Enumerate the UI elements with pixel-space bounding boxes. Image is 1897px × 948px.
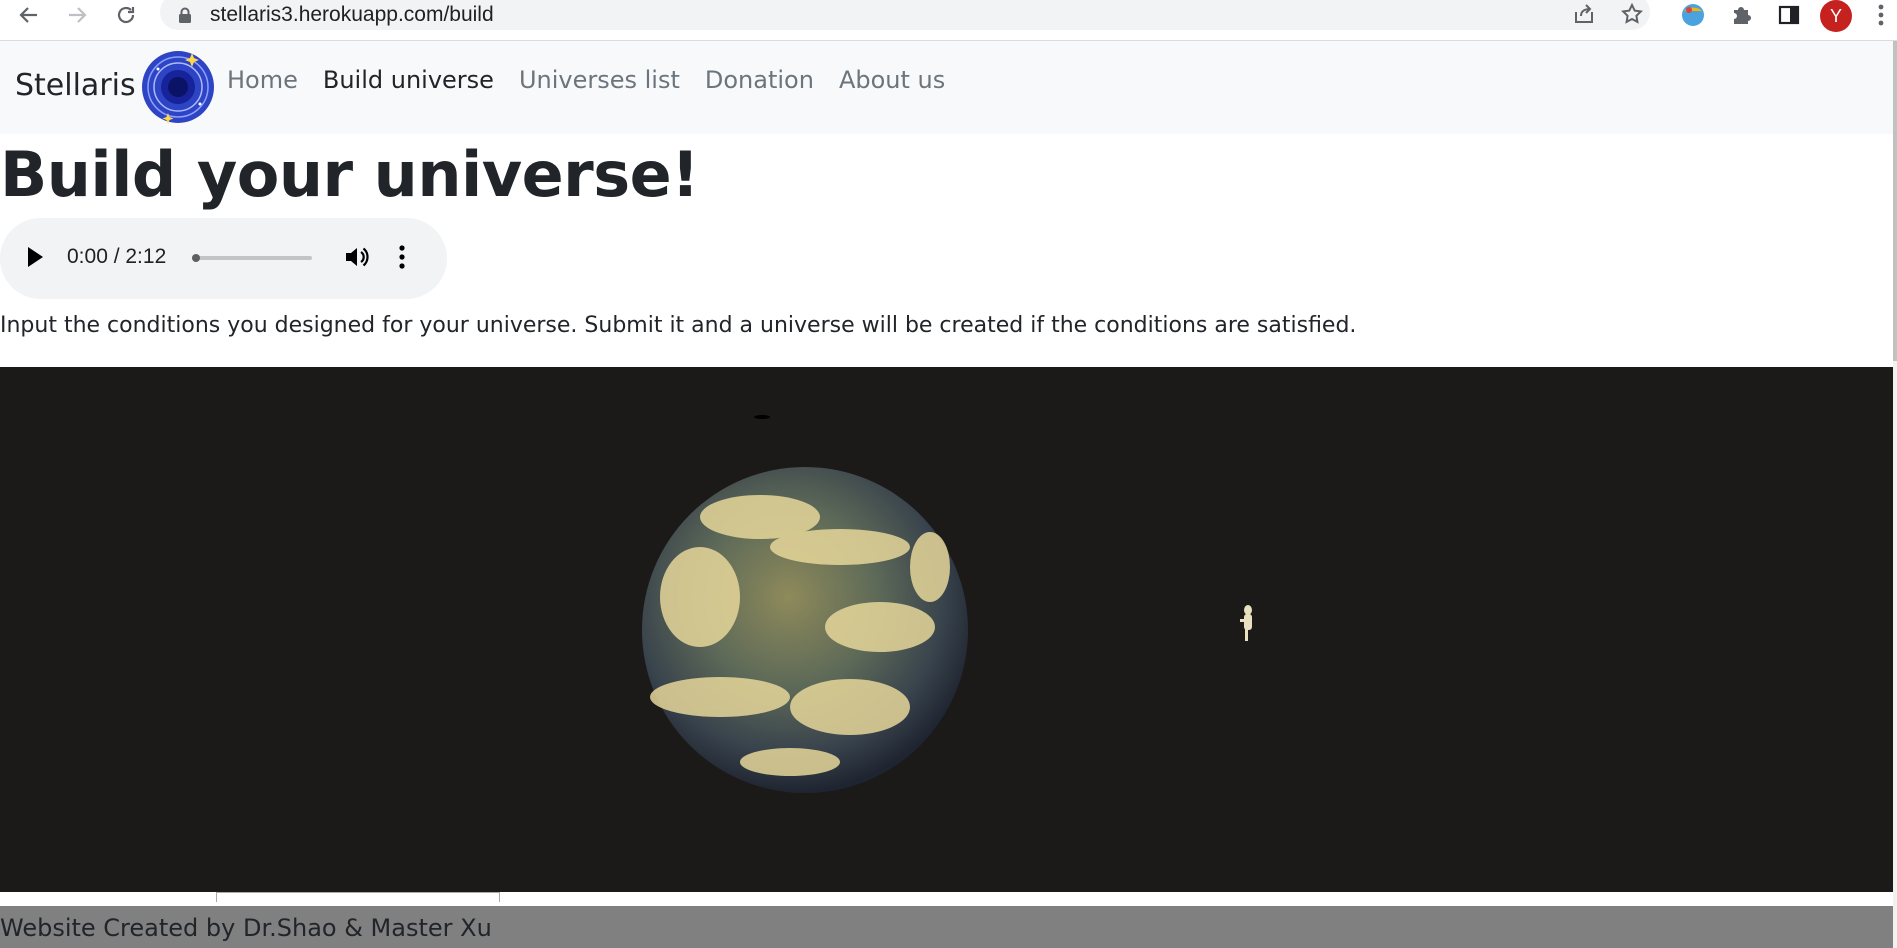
site-navbar: Stellaris Home Build universe Universes …: [0, 41, 1893, 134]
audio-more-icon[interactable]: [398, 244, 406, 274]
share-icon[interactable]: [1570, 0, 1598, 28]
audio-progress-handle[interactable]: [192, 254, 200, 262]
puzzle-icon[interactable]: [1726, 0, 1756, 30]
site-footer: Website Created by Dr.Shao & Master Xu: [0, 906, 1893, 948]
star-icon[interactable]: [1618, 0, 1646, 28]
galaxy-logo-icon[interactable]: [140, 49, 216, 129]
volume-icon[interactable]: [344, 244, 370, 274]
audio-time: 0:00 / 2:12: [67, 245, 167, 268]
url-text: stellaris3.herokuapp.com/build: [210, 3, 494, 26]
play-icon[interactable]: [26, 246, 44, 272]
forward-arrow-icon[interactable]: [62, 0, 92, 30]
earth-scene: [642, 415, 1252, 793]
audio-progress-slider[interactable]: [192, 254, 312, 262]
audio-player: 0:00 / 2:12: [0, 218, 447, 299]
page-title: Build your universe!: [0, 138, 699, 211]
page-scrollbar[interactable]: [1893, 41, 1897, 948]
footer-credit: Website Created by Dr.Shao & Master Xu: [0, 914, 492, 942]
intro-text: Input the conditions you designed for yo…: [0, 313, 1357, 338]
profile-avatar[interactable]: Y: [1820, 0, 1852, 32]
nav-link-about-us[interactable]: About us: [839, 66, 945, 94]
nav-link-build-universe[interactable]: Build universe: [323, 66, 494, 94]
side-panel-icon[interactable]: [1774, 0, 1804, 30]
reload-icon[interactable]: [111, 0, 141, 30]
nav-link-donation[interactable]: Donation: [705, 66, 814, 94]
astronaut-figure: [1240, 605, 1252, 641]
extension-icon[interactable]: [1678, 0, 1708, 30]
form-input-edge[interactable]: [216, 892, 500, 902]
back-arrow-icon[interactable]: [14, 0, 44, 30]
address-bar[interactable]: stellaris3.herokuapp.com/build: [160, 0, 1650, 30]
background-video[interactable]: [0, 367, 1893, 892]
browser-toolbar: stellaris3.herokuapp.com/build Y: [0, 0, 1897, 41]
lock-icon[interactable]: [178, 7, 192, 28]
more-vert-icon[interactable]: [1866, 0, 1896, 30]
nav-link-home[interactable]: Home: [227, 66, 298, 94]
nav-link-universes-list[interactable]: Universes list: [519, 66, 680, 94]
nav-links: Home Build universe Universes list Donat…: [227, 66, 970, 94]
scrollbar-thumb[interactable]: [1893, 41, 1897, 361]
brand-name[interactable]: Stellaris: [15, 68, 136, 103]
